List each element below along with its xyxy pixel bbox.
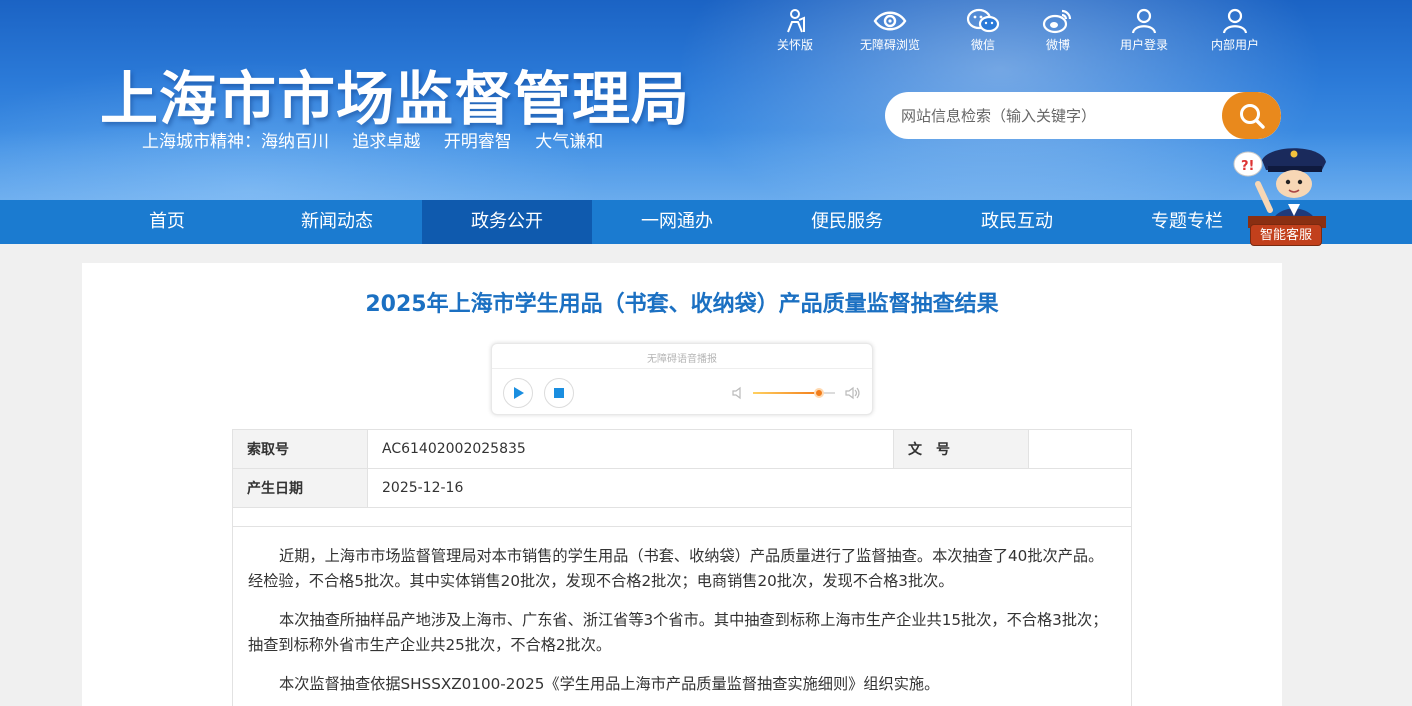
article-paragraph: 本次抽查所抽样品产地涉及上海市、广东省、浙江省等3个省市。其中抽查到标称上海市生… [248,611,1108,654]
assistant-mascot-icon: ?! [1233,148,1326,228]
volume-slider[interactable] [753,388,835,398]
article-body: 近期，上海市市场监督管理局对本市销售的学生用品（书套、收纳袋）产品质量进行了监督… [232,527,1132,706]
top-link-label: 内部用户 [1210,38,1259,52]
audio-player: 无障碍语音播报 [491,343,873,415]
volume-low-icon [732,386,741,400]
top-link-label: 微博 [1045,38,1070,52]
search-icon [1239,103,1265,129]
wechat-icon [966,8,1000,33]
top-link-label: 关怀版 [776,38,813,52]
nav-item-interaction[interactable]: 政民互动 [932,200,1102,244]
main-nav: 首页 新闻动态 政务公开 一网通办 便民服务 政民互动 专题专栏 [0,200,1412,244]
top-link-label: 无障碍浏览 [859,38,920,52]
internal-user-link[interactable]: 内部用户 [1195,8,1275,53]
nav-item-news[interactable]: 新闻动态 [252,200,422,244]
nav-item-home[interactable]: 首页 [82,200,252,244]
volume-knob[interactable] [813,388,824,398]
volume-fill [753,392,819,394]
care-version-link[interactable]: 关怀版 [755,8,835,53]
top-links: 关怀版 无障碍浏览 微信 微博 用户登录 内部用户 [760,8,1280,56]
player-label: 无障碍语音播报 [647,354,717,365]
stop-icon [554,388,564,398]
document-meta-table: 索取号 AC61402002025835 文 号 产生日期 2025-12-16 [232,429,1132,527]
nav-item-public-service[interactable]: 便民服务 [762,200,932,244]
smart-assistant[interactable]: ?! 智能客服 [1230,140,1332,250]
user-icon [1131,8,1157,34]
elderly-care-icon [787,9,805,33]
top-link-label: 微信 [970,38,995,52]
table-row: 索取号 AC61402002025835 文 号 [232,429,1132,469]
play-icon [514,387,524,399]
table-row: 产生日期 2025-12-16 [232,468,1132,508]
article-panel: 2025年上海市学生用品（书套、收纳袋）产品质量监督抽查结果 无障碍语音播报 索… [82,263,1282,706]
index-number-label: 索取号 [232,429,368,469]
article-paragraph: 近期，上海市市场监督管理局对本市销售的学生用品（书套、收纳袋）产品质量进行了监督… [248,547,1104,590]
top-link-label: 用户登录 [1119,38,1168,52]
stop-button[interactable] [544,378,574,408]
document-number-label: 文 号 [893,429,1029,469]
volume-high-icon [845,386,860,400]
search-input[interactable] [885,92,1223,139]
play-button[interactable] [503,378,533,408]
user-login-link[interactable]: 用户登录 [1104,8,1184,53]
player-divider [492,368,872,369]
wechat-link[interactable]: 微信 [943,8,1023,53]
nav-item-one-network[interactable]: 一网通办 [592,200,762,244]
accessibility-link[interactable]: 无障碍浏览 [850,8,930,53]
site-header: 上海市市场监督管理局 上海城市精神：海纳百川 追求卓越 开明睿智 大气谦和 关怀… [0,0,1412,200]
assistant-label[interactable]: 智能客服 [1250,224,1322,246]
weibo-icon [1042,9,1072,34]
article-title: 2025年上海市学生用品（书套、收纳袋）产品质量监督抽查结果 [365,292,999,317]
article-paragraph: 本次监督抽查依据SHSSXZ0100-2025《学生用品上海市产品质量监督抽查实… [279,675,940,693]
search-box [885,92,1281,139]
eye-icon [873,11,907,31]
date-label: 产生日期 [232,468,368,508]
date-value: 2025-12-16 [367,468,1132,508]
table-spacer [232,507,1132,527]
index-number-value: AC61402002025835 [367,429,894,469]
site-slogan: 上海城市精神：海纳百川 追求卓越 开明睿智 大气谦和 [142,132,604,152]
nav-item-government-affairs[interactable]: 政务公开 [422,200,592,244]
document-number-value [1028,429,1132,469]
site-title[interactable]: 上海市市场监督管理局 [100,52,690,136]
weibo-link[interactable]: 微博 [1018,8,1098,53]
table-row [232,507,1132,527]
svg-text:?!: ?! [1241,159,1254,174]
user-icon [1222,8,1248,34]
search-button[interactable] [1222,92,1281,139]
